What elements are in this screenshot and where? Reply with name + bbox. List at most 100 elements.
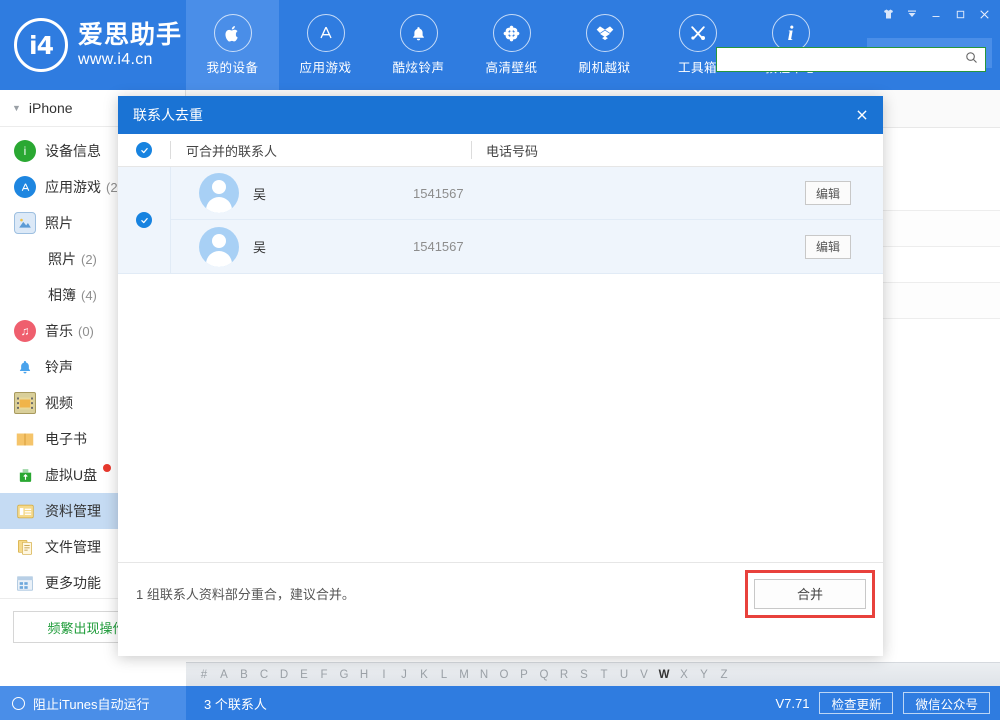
alpha-index[interactable]: K bbox=[414, 669, 434, 681]
usb-icon bbox=[14, 464, 36, 486]
sidebar-item-label: 设备信息 bbox=[45, 141, 101, 161]
block-itunes-toggle[interactable]: 阻止iTunes自动运行 bbox=[0, 686, 186, 720]
bell-icon bbox=[400, 14, 438, 52]
contact-avatar bbox=[199, 227, 239, 267]
tab-label: 高清壁纸 bbox=[485, 57, 537, 76]
alpha-index[interactable]: Q bbox=[534, 669, 554, 681]
group-checkbox[interactable] bbox=[136, 212, 152, 228]
close-icon[interactable] bbox=[841, 96, 883, 134]
box-icon bbox=[586, 14, 624, 52]
alpha-index[interactable]: R bbox=[554, 669, 574, 681]
duplicate-group: 吴 1541567 编辑 吴 1541567 编辑 bbox=[118, 167, 883, 274]
alpha-index[interactable]: J bbox=[394, 669, 414, 681]
menu-dropdown-icon[interactable] bbox=[900, 3, 924, 25]
alpha-index[interactable]: F bbox=[314, 669, 334, 681]
alpha-index[interactable]: A bbox=[214, 669, 234, 681]
brand-url: www.i4.cn bbox=[78, 52, 182, 68]
dialog-body: 吴 1541567 编辑 吴 1541567 编辑 1 组联系人资料 bbox=[118, 167, 883, 624]
check-update-button[interactable]: 检查更新 bbox=[819, 692, 893, 714]
tab-tutorials[interactable]: i 教程中心 bbox=[744, 0, 837, 90]
alpha-index[interactable]: T bbox=[594, 669, 614, 681]
minimize-icon[interactable] bbox=[924, 3, 948, 25]
wechat-official-button[interactable]: 微信公众号 bbox=[903, 692, 990, 714]
file-manage-icon bbox=[14, 536, 36, 558]
info-circle-icon: i bbox=[14, 140, 36, 162]
flower-icon bbox=[493, 14, 531, 52]
sidebar-item-label: 音乐 bbox=[45, 321, 73, 341]
alpha-index[interactable]: B bbox=[234, 669, 254, 681]
contact-dedupe-dialog: 联系人去重 可合并的联系人 电话号码 bbox=[118, 96, 883, 656]
alpha-index[interactable]: L bbox=[434, 669, 454, 681]
select-all-checkbox[interactable] bbox=[136, 142, 152, 158]
sidebar-item-label: 照片 bbox=[45, 213, 73, 233]
alpha-index-current[interactable]: W bbox=[654, 669, 674, 681]
search-icon bbox=[964, 50, 979, 70]
alpha-index[interactable]: Y bbox=[694, 669, 714, 681]
alpha-index[interactable]: P bbox=[514, 669, 534, 681]
contact-name: 吴 bbox=[253, 184, 413, 203]
sidebar-item-count: (4) bbox=[81, 288, 97, 303]
contact-phone: 1541567 bbox=[413, 186, 805, 201]
apple-icon bbox=[214, 14, 252, 52]
alpha-index[interactable]: S bbox=[574, 669, 594, 681]
edit-contact-button[interactable]: 编辑 bbox=[805, 235, 851, 259]
merge-button[interactable]: 合并 bbox=[754, 579, 866, 609]
dialog-column-header: 可合并的联系人 电话号码 bbox=[118, 134, 883, 167]
close-icon[interactable] bbox=[972, 3, 996, 25]
dedupe-summary-message: 1 组联系人资料部分重合，建议合并。 bbox=[118, 584, 745, 603]
maximize-icon[interactable] bbox=[948, 3, 972, 25]
i4-logo-icon: i4 bbox=[14, 18, 68, 72]
app-window: i4 爱思助手 www.i4.cn 我的设备 应用游戏 bbox=[0, 0, 1000, 720]
photo-icon bbox=[14, 212, 36, 234]
alpha-index[interactable]: H bbox=[354, 669, 374, 681]
alpha-index[interactable]: M bbox=[454, 669, 474, 681]
block-itunes-label: 阻止iTunes自动运行 bbox=[33, 694, 150, 713]
column-header-name: 可合并的联系人 bbox=[171, 141, 471, 160]
sidebar-item-label: 虚拟U盘 bbox=[45, 465, 97, 485]
alpha-index[interactable]: Z bbox=[714, 669, 734, 681]
nav-tabs: 我的设备 应用游戏 酷炫铃声 高清壁纸 bbox=[186, 0, 837, 90]
alpha-index[interactable]: I bbox=[374, 669, 394, 681]
tab-wallpapers[interactable]: 高清壁纸 bbox=[465, 0, 558, 90]
sidebar-item-label: 视频 bbox=[45, 393, 73, 413]
sidebar-item-label: 电子书 bbox=[45, 429, 87, 449]
contact-row[interactable]: 吴 1541567 编辑 bbox=[170, 220, 883, 273]
tab-my-device[interactable]: 我的设备 bbox=[186, 0, 279, 90]
alpha-index[interactable]: U bbox=[614, 669, 634, 681]
tab-ringtones[interactable]: 酷炫铃声 bbox=[372, 0, 465, 90]
alpha-index[interactable]: D bbox=[274, 669, 294, 681]
alpha-index[interactable]: O bbox=[494, 669, 514, 681]
tab-label: 我的设备 bbox=[206, 57, 258, 76]
tab-label: 刷机越狱 bbox=[578, 57, 630, 76]
skin-icon[interactable] bbox=[876, 3, 900, 25]
merge-button-highlight: 合并 bbox=[745, 570, 875, 618]
search-input[interactable] bbox=[716, 47, 986, 72]
contacts-count: 3 个联系人 bbox=[186, 694, 775, 713]
edit-contact-button[interactable]: 编辑 bbox=[805, 181, 851, 205]
contact-row[interactable]: 吴 1541567 编辑 bbox=[170, 167, 883, 220]
sidebar-item-label: 相簿 bbox=[48, 285, 76, 305]
alpha-index[interactable]: C bbox=[254, 669, 274, 681]
tools-icon bbox=[679, 14, 717, 52]
alpha-index[interactable]: E bbox=[294, 669, 314, 681]
sidebar-item-label: 铃声 bbox=[45, 357, 73, 377]
version-label: V7.71 bbox=[775, 696, 809, 711]
status-bar-right: V7.71 检查更新 微信公众号 bbox=[775, 692, 1000, 714]
alpha-index[interactable]: V bbox=[634, 669, 654, 681]
group-rows: 吴 1541567 编辑 吴 1541567 编辑 bbox=[170, 167, 883, 273]
alpha-index[interactable]: X bbox=[674, 669, 694, 681]
tab-apps-games[interactable]: 应用游戏 bbox=[279, 0, 372, 90]
alpha-index[interactable]: G bbox=[334, 669, 354, 681]
tab-flash-jailbreak[interactable]: 刷机越狱 bbox=[558, 0, 651, 90]
alpha-index[interactable]: N bbox=[474, 669, 494, 681]
data-manage-icon bbox=[14, 500, 36, 522]
sidebar-item-label: 文件管理 bbox=[45, 537, 101, 557]
dialog-title: 联系人去重 bbox=[133, 105, 203, 125]
status-bar: 阻止iTunes自动运行 3 个联系人 V7.71 检查更新 微信公众号 bbox=[0, 686, 1000, 720]
alpha-index[interactable]: # bbox=[194, 669, 214, 681]
tab-toolbox[interactable]: 工具箱 bbox=[651, 0, 744, 90]
sidebar-item-label: 更多功能 bbox=[45, 573, 101, 593]
new-badge-dot bbox=[103, 464, 111, 472]
more-icon bbox=[14, 572, 36, 594]
brand-logo-area: i4 爱思助手 www.i4.cn bbox=[0, 0, 186, 90]
